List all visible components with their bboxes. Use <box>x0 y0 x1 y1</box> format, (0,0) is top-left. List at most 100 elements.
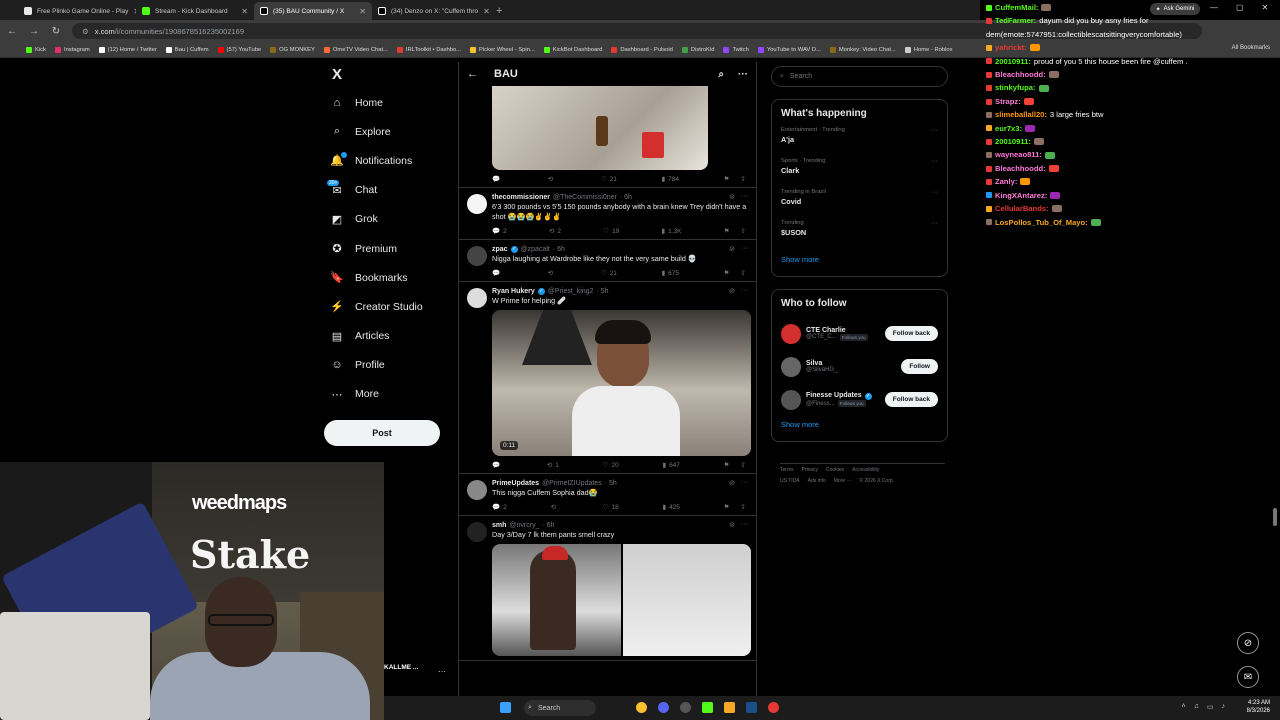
obs-icon[interactable] <box>680 702 691 713</box>
views-button[interactable]: ▮ 425 <box>662 503 679 512</box>
trend-item[interactable]: Trending in Brazil Covid ··· <box>781 189 938 220</box>
grok-icon[interactable]: ⊘ <box>729 193 735 201</box>
like-button[interactable]: ♡ 20 <box>603 461 619 470</box>
grok-icon[interactable]: ⊘ <box>729 479 735 487</box>
chat-username[interactable]: eur7x3: <box>995 122 1022 135</box>
more-options-icon[interactable]: ··· <box>931 220 938 227</box>
site-info-icon[interactable]: ⚙ <box>82 27 89 36</box>
bookmark-icon[interactable]: ⚑ <box>724 269 730 277</box>
grok-icon[interactable]: ⊘ <box>729 287 735 295</box>
tweet-author-name[interactable]: PrimeUpdates <box>492 480 539 487</box>
post-button[interactable]: Post <box>324 420 440 446</box>
mic-icon[interactable]: ♫ <box>1194 703 1199 711</box>
chat-username[interactable]: KingXAntarez: <box>995 189 1047 202</box>
chat-username[interactable]: 20010911: <box>995 135 1031 148</box>
reply-button[interactable]: 💬 <box>492 175 503 183</box>
nav-item-grok[interactable]: ◩ Grok <box>324 205 444 234</box>
bookmark-item[interactable]: OmeTV Video Chat... <box>323 46 388 53</box>
footer-link[interactable]: © 2026 X Corp. <box>860 478 895 484</box>
avatar[interactable] <box>467 246 487 266</box>
bookmark-item[interactable]: Bau | Cuffem <box>165 46 209 53</box>
follow-button[interactable]: Follow <box>901 359 938 374</box>
nav-item-bookmarks[interactable]: 🔖 Bookmarks <box>324 263 444 292</box>
reply-button[interactable]: 💬 2 <box>492 227 507 236</box>
close-tab-icon[interactable]: ✕ <box>483 7 490 16</box>
browser-tab[interactable]: Free Plinko Game Online - Play✕ <box>18 2 136 20</box>
nav-item-explore[interactable]: ⌕ Explore <box>324 117 444 146</box>
footer-link[interactable]: US TIDA <box>780 478 800 484</box>
follow-button[interactable]: Follow back <box>884 392 938 407</box>
more-options-icon[interactable]: ··· <box>741 193 748 201</box>
views-button[interactable]: ▮ 1.3K <box>662 227 682 236</box>
bookmark-item[interactable]: (12) Home / Twitter <box>98 46 157 53</box>
repost-button[interactable]: ⟲ 2 <box>549 227 561 236</box>
bookmark-item[interactable]: Instagram <box>54 46 90 53</box>
trend-item[interactable]: Trending $USON ··· <box>781 220 938 251</box>
tweet-author-name[interactable]: zpac <box>492 246 508 253</box>
chat-username[interactable]: CuffemMail: <box>995 1 1038 14</box>
more-options-icon[interactable]: ··· <box>741 245 748 253</box>
footer-link[interactable]: Terms <box>780 467 794 473</box>
browser-tab[interactable]: Stream - Kick Dashboard ✕ <box>136 2 254 20</box>
more-options-icon[interactable]: ··· <box>741 287 748 295</box>
x-logo-icon[interactable]: X <box>332 62 444 88</box>
reply-button[interactable]: 💬 2 <box>492 503 507 512</box>
like-button[interactable]: ♡ 21 <box>601 269 617 278</box>
kick-icon[interactable] <box>702 702 713 713</box>
chat-username[interactable]: slimeballall20: <box>995 108 1047 121</box>
bookmark-item[interactable]: IRLToolkit • Dashbo... <box>396 46 461 53</box>
avatar[interactable] <box>781 323 801 344</box>
browser-tab-active[interactable]: (35) BAU Community / X ✕ <box>254 2 372 20</box>
chat-username[interactable]: CellularBands: <box>995 202 1049 215</box>
network-icon[interactable]: ▭ <box>1207 703 1214 711</box>
follow-button[interactable]: Follow back <box>884 326 938 341</box>
more-options-icon[interactable]: ··· <box>741 479 748 487</box>
chat-username[interactable]: LosPollos_Tub_Of_Mayo: <box>995 216 1088 229</box>
avatar[interactable] <box>467 480 487 500</box>
close-tab-icon[interactable]: ✕ <box>359 7 366 16</box>
show-more-follow-link[interactable]: Show more <box>781 416 938 435</box>
taskbar-search-input[interactable]: ⌕ Search <box>524 700 596 716</box>
close-tab-icon[interactable]: ✕ <box>241 7 248 16</box>
tweet[interactable]: ⊘ ··· Ryan Hukery ✓ @Priest_king2 · 5h W Prime… <box>459 282 756 474</box>
footer-link[interactable]: Cookies <box>826 467 844 473</box>
bookmark-item[interactable]: Monkey: Video Chat... <box>829 46 896 53</box>
trend-item[interactable]: Entertainment · Trending A'ja ··· <box>781 127 938 158</box>
grok-icon[interactable]: ⊘ <box>729 521 735 529</box>
back-icon[interactable]: ← <box>6 26 18 37</box>
views-button[interactable]: ▮ 784 <box>662 175 679 184</box>
reply-button[interactable]: 💬 <box>492 269 503 277</box>
more-options-icon[interactable]: ··· <box>738 69 748 80</box>
more-options-icon[interactable]: ··· <box>931 158 938 165</box>
like-button[interactable]: ♡ 21 <box>601 175 617 184</box>
share-icon[interactable]: ⇧ <box>741 175 746 183</box>
nav-item-profile[interactable]: ☺ Profile <box>324 351 444 380</box>
like-button[interactable]: ♡ 18 <box>603 503 619 512</box>
chrome-active-icon[interactable] <box>768 702 779 713</box>
new-tab-button[interactable]: + <box>490 2 508 20</box>
repost-button[interactable]: ⟲ <box>548 269 556 277</box>
nav-item-creator-studio[interactable]: ⚡ Creator Studio <box>324 292 444 321</box>
volume-icon[interactable]: ♪ <box>1222 703 1226 711</box>
search-icon[interactable]: ⌕ <box>718 69 724 80</box>
follow-suggestion[interactable]: CTE Charlie @CTE_C... Follows you Follow ba… <box>781 317 938 350</box>
nav-item-premium[interactable]: ✪ Premium <box>324 234 444 263</box>
back-arrow-icon[interactable]: ← <box>467 68 478 80</box>
file-explorer-icon[interactable] <box>724 702 735 713</box>
reload-icon[interactable]: ↻ <box>50 26 62 37</box>
repost-button[interactable]: ⟲ <box>550 503 558 511</box>
bookmark-item[interactable]: Home - Roblox <box>904 46 953 53</box>
avatar[interactable] <box>781 389 801 410</box>
windows-start-icon[interactable] <box>500 702 511 713</box>
reply-button[interactable]: 💬 <box>492 461 503 469</box>
bookmark-item[interactable]: Kick <box>26 46 46 53</box>
more-options-icon[interactable]: ··· <box>931 127 938 134</box>
search-input[interactable]: ⌕ Search <box>771 66 948 87</box>
bookmark-item[interactable]: Dashboard - Pulsoid <box>611 46 673 53</box>
repost-button[interactable]: ⟲ <box>548 175 556 183</box>
taskbar-clock[interactable]: 4:23 AM 8/3/2026 <box>1247 699 1270 715</box>
like-button[interactable]: ♡ 19 <box>603 227 619 236</box>
tweet-author-name[interactable]: thecommissioner <box>492 194 550 201</box>
chat-username[interactable]: stinkyfupa: <box>995 81 1036 94</box>
bookmark-icon[interactable]: ⚑ <box>724 175 730 183</box>
